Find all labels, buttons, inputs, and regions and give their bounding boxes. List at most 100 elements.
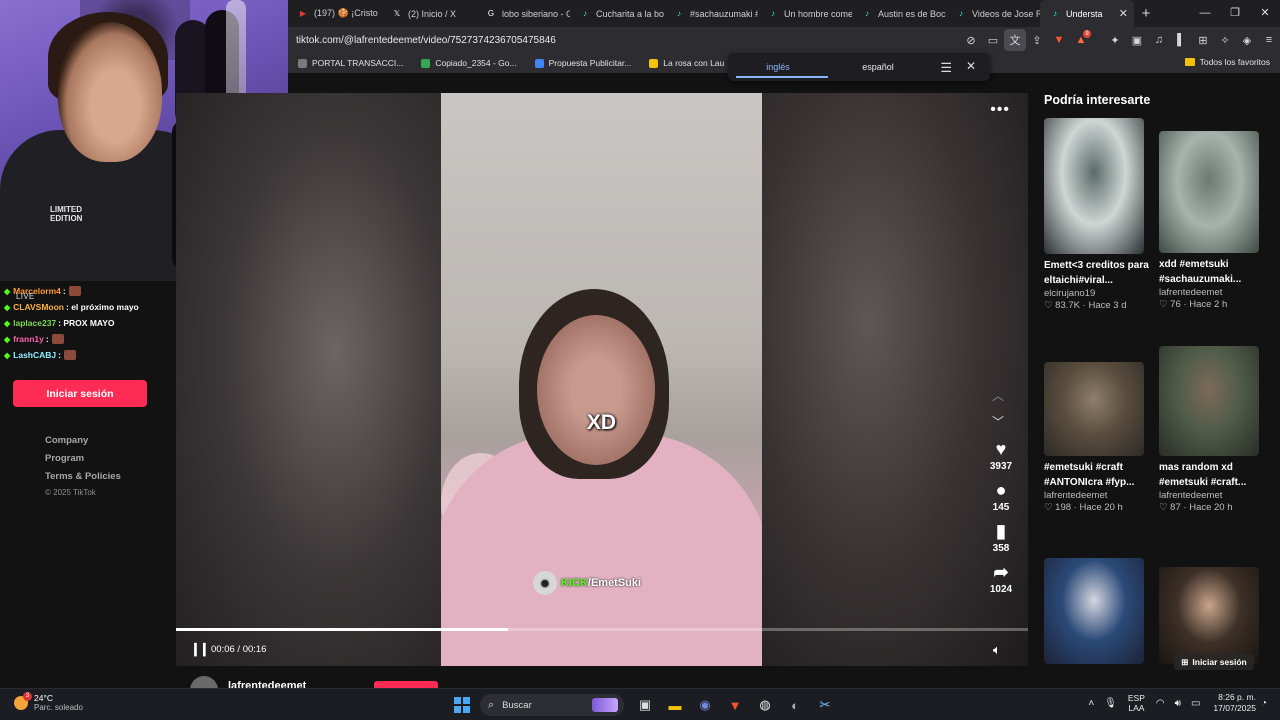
share-count: 1024 (989, 584, 1013, 595)
recommended-video-card[interactable]: Emett<3 creditos para eltaichi#viral... … (1044, 118, 1149, 311)
video-caption[interactable]: #emetsuki #craft #ANTONIcra #fyp... (1044, 460, 1154, 490)
recommended-video-card[interactable] (1159, 567, 1259, 664)
microphone-icon[interactable]: 🎙︎ (1104, 698, 1117, 709)
video-meta: ♡ 87 · Hace 20 h (1159, 502, 1233, 513)
video-thumbnail[interactable] (1159, 131, 1259, 253)
footer-link-company[interactable]: Company (45, 435, 121, 453)
speaker-icon[interactable]: 🔊︎ (1175, 698, 1181, 709)
video-author[interactable]: lafrentedeemet (1159, 490, 1259, 501)
file-explorer-icon[interactable]: ▬ (660, 694, 690, 716)
share-action[interactable]: ➦ 1024 (985, 560, 1017, 595)
login-button-floating[interactable]: ⊞ Iniciar sesión (1174, 654, 1254, 670)
bookmark-item[interactable]: Propuesta Publicitar... (534, 58, 631, 68)
browser-tab[interactable]: 𝕏 (2) Inicio / X (382, 0, 476, 27)
maximize-icon[interactable]: ❐ (1220, 0, 1250, 27)
taskbar-search[interactable]: ⌕ Buscar (480, 694, 624, 716)
tab-groups-icon[interactable]: ⊞ (1192, 29, 1214, 51)
address-url[interactable]: tiktok.com/@lafrentedeemet/video/7527374… (296, 35, 556, 46)
sidebar-toggle-icon[interactable]: ▌ (1170, 29, 1192, 51)
close-icon[interactable]: ✕ (966, 59, 976, 73)
browser-tab[interactable]: ♪ Austin es de Boca (852, 0, 946, 27)
footer-link-terms[interactable]: Terms & Policies (45, 471, 121, 489)
pause-icon[interactable]: ❙❙ (190, 641, 210, 657)
clock[interactable]: 8:26 p. m. 17/07/2025 (1213, 692, 1256, 714)
notification-icon[interactable]: ◔ (1261, 698, 1267, 709)
bookmark-favicon-icon (298, 58, 307, 68)
translate-icon[interactable]: 文 (1004, 29, 1026, 51)
menu-icon[interactable]: ≡ (1258, 29, 1280, 51)
browser-tab[interactable]: ♪ Un hombre come (758, 0, 852, 27)
music-icon[interactable]: ♫ (1148, 29, 1170, 51)
video-caption[interactable]: xdd #emetsuki #sachauzumaki... (1159, 257, 1269, 287)
all-bookmarks-label: Todos los favoritos (1199, 57, 1270, 67)
steam-icon[interactable]: ◐ (780, 694, 810, 716)
video-caption[interactable]: mas random xd #emetsuki #craft... (1159, 460, 1269, 490)
weather-widget[interactable]: 3 24°C Parc. soleado (14, 692, 83, 713)
wifi-icon[interactable]: ◠ (1156, 698, 1165, 709)
bookmark-item[interactable]: PORTAL TRANSACCI... (298, 58, 403, 68)
translate-target-tab[interactable]: español (828, 53, 928, 81)
recommended-video-card[interactable]: mas random xd #emetsuki #craft... lafren… (1159, 346, 1259, 513)
more-options-icon[interactable]: ••• (990, 101, 1010, 119)
video-author[interactable]: elcirujano19 (1044, 288, 1144, 299)
battery-icon[interactable]: ▭ (1191, 698, 1200, 709)
video-time: 00:06 / 00:16 (211, 644, 267, 655)
volume-icon[interactable]: 🔈︎ (993, 642, 1001, 658)
cast-icon[interactable]: ▭ (982, 29, 1004, 51)
recommended-video-card[interactable]: xdd #emetsuki #sachauzumaki... lafrented… (1159, 131, 1259, 310)
close-tab-icon[interactable]: ✕ (1119, 7, 1128, 20)
video-caption[interactable]: Emett<3 creditos para eltaichi#viral... (1044, 258, 1154, 288)
extensions-icon[interactable]: ✦ (1104, 29, 1126, 51)
browser-tab[interactable]: ♪ Videos de Jose R (946, 0, 1040, 27)
video-author[interactable]: lafrentedeemet (1044, 490, 1144, 501)
video-thumbnail[interactable] (1159, 346, 1259, 456)
wallet-icon[interactable]: ▣ (1126, 29, 1148, 51)
login-button[interactable]: Iniciar sesión (13, 380, 147, 407)
save-action[interactable]: ▮ 358 (985, 519, 1017, 554)
recommended-video-card[interactable] (1044, 558, 1144, 664)
system-tray: ˄ 🎙︎ ESP LAA ◠ 🔊︎ ▭ 8:26 p. m. 17/07/202… (1083, 692, 1272, 714)
chevron-up-icon[interactable]: ˄ (1088, 698, 1094, 709)
video-progress-bar[interactable] (176, 628, 1028, 631)
brave-rewards-icon[interactable]: ▲ 9 (1070, 29, 1092, 51)
discord-icon[interactable]: ◉ (690, 694, 720, 716)
recommended-video-card[interactable]: #emetsuki #craft #ANTONIcra #fyp... lafr… (1044, 362, 1144, 513)
video-thumbnail[interactable] (1044, 558, 1144, 664)
input-language[interactable]: ESP LAA (1128, 693, 1145, 713)
all-bookmarks[interactable]: Todos los favoritos (1184, 57, 1270, 67)
footer-link-program[interactable]: Program (45, 453, 121, 471)
video-thumbnail[interactable] (1044, 362, 1144, 456)
brave-shield-icon[interactable]: ▼ (1048, 29, 1070, 51)
comment-count: 145 (992, 502, 1010, 513)
snipping-tool-icon[interactable]: ✂ (810, 694, 840, 716)
browser-tab[interactable]: ♪ Cucharita a la boc (570, 0, 664, 27)
browser-tab[interactable]: ♪ #sachauzumaki # (664, 0, 758, 27)
like-action[interactable]: ♥ 3937 (985, 437, 1017, 472)
windows-start-icon[interactable] (454, 697, 470, 713)
bookmark-item[interactable]: La rosa con Lau (649, 58, 724, 68)
video-thumbnail[interactable] (1044, 118, 1144, 254)
chat-username: frann1y (13, 334, 44, 344)
share-icon[interactable]: ⇪ (1026, 29, 1048, 51)
browser-tab[interactable]: Globo siberiano - G (476, 0, 570, 27)
new-tab-icon[interactable]: + (1134, 5, 1158, 22)
minimize-icon[interactable]: — (1190, 0, 1220, 27)
close-window-icon[interactable]: ✕ (1250, 0, 1280, 27)
comment-action[interactable]: ● 145 (985, 478, 1017, 513)
translate-source-tab[interactable]: inglés (728, 53, 828, 81)
translate-options-icon[interactable]: ☰ (940, 60, 952, 76)
video-thumbnail[interactable] (1159, 567, 1259, 664)
vpn-icon[interactable]: ◈ (1236, 29, 1258, 51)
browser-tab[interactable]: ▶ (197) 🍪 ¡Cristo (288, 0, 382, 27)
browser-tab[interactable]: ♪ Understa ✕ (1040, 0, 1134, 27)
leo-ai-icon[interactable]: ✧ (1214, 29, 1236, 51)
chat-username: laplace237 (13, 318, 57, 328)
bookmark-item[interactable]: Copiado_2354 - Go... (421, 58, 517, 68)
media-off-icon[interactable]: ⊘ (960, 29, 982, 51)
video-frame[interactable]: XD ☻ KICK /EmetSuki (441, 93, 762, 666)
brave-browser-icon[interactable]: ▼ (720, 694, 750, 716)
video-player[interactable]: XD ☻ KICK /EmetSuki ••• (176, 93, 1028, 666)
task-view-icon[interactable]: ▣ (630, 694, 660, 716)
video-author[interactable]: lafrentedeemet (1159, 287, 1259, 298)
obs-icon[interactable]: ◍ (750, 694, 780, 716)
